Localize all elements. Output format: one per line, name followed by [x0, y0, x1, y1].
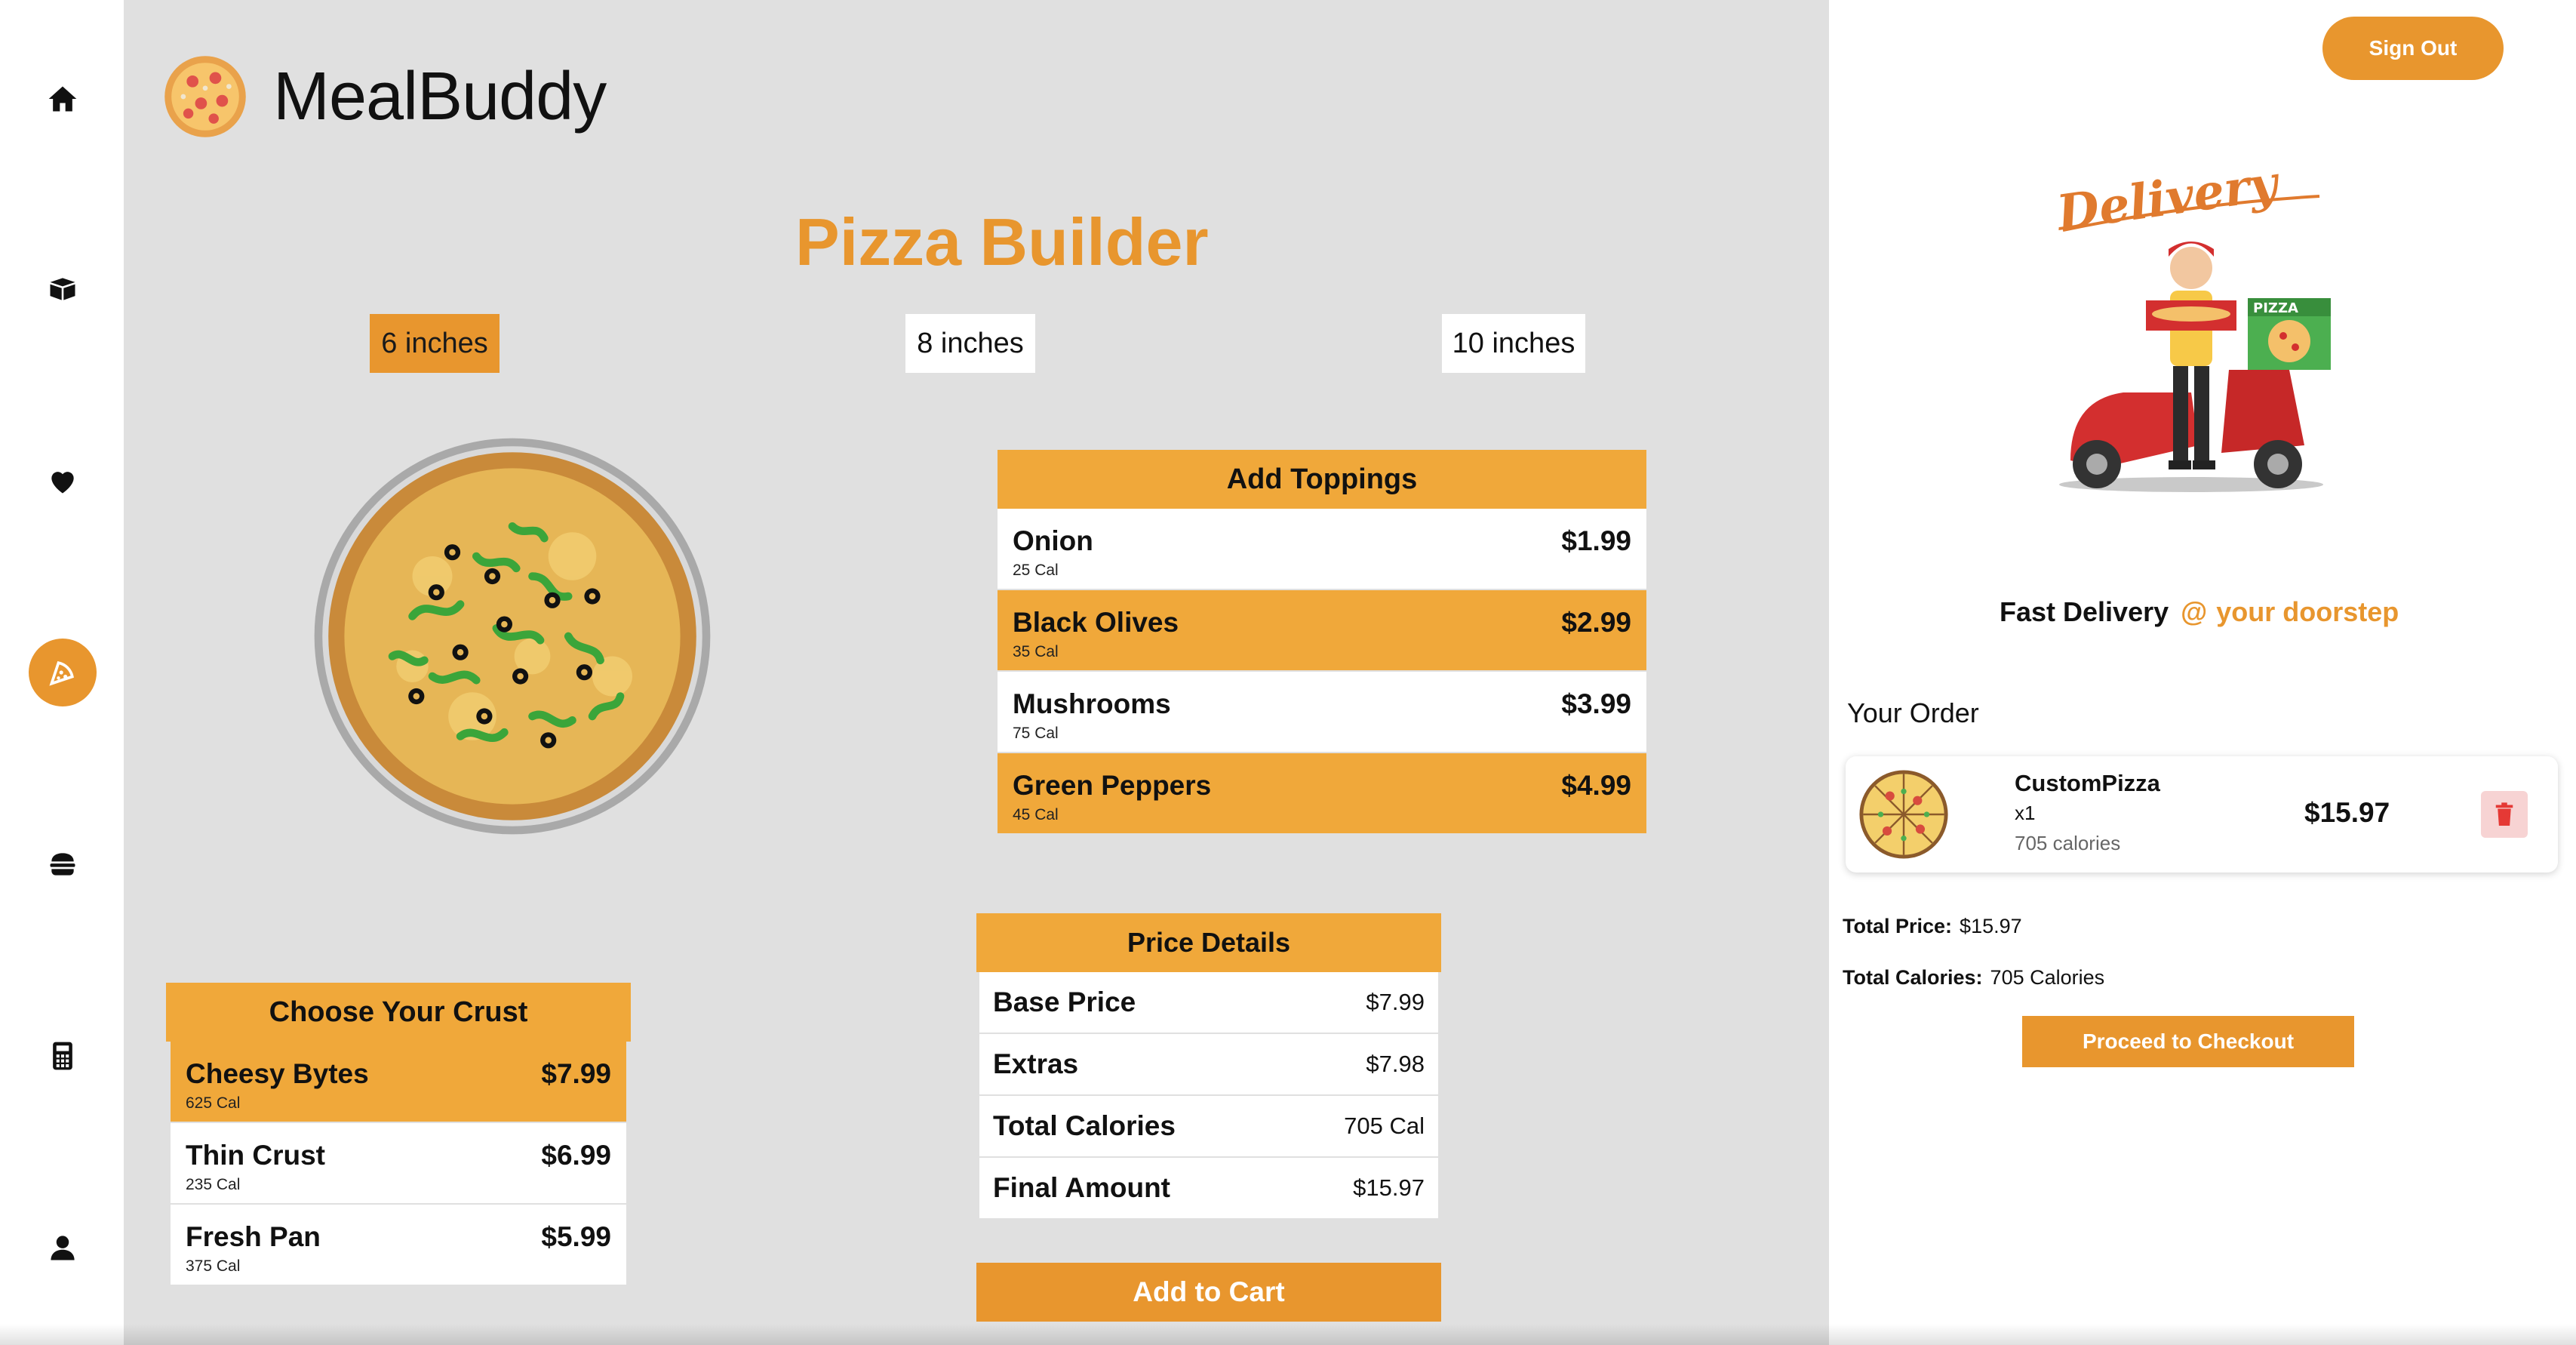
- topping-mushrooms[interactable]: Mushrooms 75 Cal $3.99: [998, 672, 1646, 753]
- nav-pizza-builder[interactable]: [29, 639, 97, 706]
- price-label: Total Calories: [993, 1110, 1176, 1141]
- crust-price: $5.99: [541, 1221, 611, 1252]
- crust-cal: 375 Cal: [186, 1257, 241, 1275]
- topping-green-peppers[interactable]: Green Peppers 45 Cal $4.99: [998, 753, 1646, 835]
- total-calories-value: 705 Calories: [1990, 966, 2105, 989]
- price-label: Extras: [993, 1048, 1079, 1079]
- topping-onion[interactable]: Onion 25 Cal $1.99: [998, 509, 1646, 590]
- nav-calculator[interactable]: [29, 1022, 97, 1090]
- topping-cal: 75 Cal: [1013, 725, 1059, 742]
- price-label: Final Amount: [993, 1172, 1170, 1203]
- toppings-panel: Add Toppings Onion 25 Cal $1.99 Black Ol…: [998, 450, 1646, 835]
- topping-black-olives[interactable]: Black Olives 35 Cal $2.99: [998, 590, 1646, 672]
- topping-cal: 25 Cal: [1013, 562, 1059, 579]
- size-10-button[interactable]: 10 inches: [1442, 314, 1585, 373]
- app-root: MealBuddy Pizza Builder 6 inches 8 inche…: [0, 0, 2576, 1345]
- toppings-header: Add Toppings: [998, 450, 1646, 509]
- order-sidebar: Sign Out Delivery PIZZA Fast Delivery @ …: [1829, 0, 2576, 1345]
- price-row-base: Base Price $7.99: [979, 972, 1438, 1034]
- pizza-box-lettering: PIZZA: [2253, 300, 2298, 316]
- order-item-price: $15.97: [2304, 797, 2390, 828]
- crust-cal: 625 Cal: [186, 1094, 241, 1112]
- topping-name: Onion: [1013, 525, 1093, 556]
- crust-thin-crust[interactable]: Thin Crust 235 Cal $6.99: [171, 1123, 626, 1205]
- total-calories-label: Total Calories:: [1843, 966, 1983, 989]
- price-value: $7.99: [1366, 989, 1425, 1015]
- tagline-at: @: [2181, 596, 2208, 627]
- crust-panel: Choose Your Crust Cheesy Bytes 625 Cal $…: [166, 983, 631, 1286]
- app-name: MealBuddy: [273, 58, 607, 134]
- delivery-tagline: Fast Delivery @ your doorstep: [2000, 596, 2399, 628]
- main-content: MealBuddy Pizza Builder 6 inches 8 inche…: [124, 0, 1829, 1345]
- price-label: Base Price: [993, 986, 1136, 1017]
- remove-item-button[interactable]: [2481, 791, 2528, 838]
- topping-price: $2.99: [1561, 607, 1631, 638]
- app-logo[interactable]: MealBuddy: [163, 54, 607, 139]
- topping-name: Black Olives: [1013, 607, 1179, 638]
- price-value: 705 Cal: [1344, 1113, 1425, 1139]
- price-value: $7.98: [1366, 1051, 1425, 1077]
- burger-icon: [50, 853, 75, 876]
- add-to-cart-button[interactable]: Add to Cart: [976, 1263, 1441, 1322]
- your-order-title: Your Order: [1847, 697, 1979, 728]
- trash-icon: [2495, 802, 2513, 826]
- price-details-header: Price Details: [976, 913, 1441, 972]
- crust-fresh-pan[interactable]: Fresh Pan 375 Cal $5.99: [171, 1205, 626, 1286]
- pizza-icon: [49, 661, 74, 686]
- crust-name: Fresh Pan: [186, 1221, 321, 1252]
- heart-icon: [51, 472, 74, 494]
- size-8-button[interactable]: 8 inches: [905, 314, 1035, 373]
- sign-out-button[interactable]: Sign Out: [2322, 17, 2504, 80]
- home-icon: [48, 86, 77, 112]
- nav-home[interactable]: [29, 65, 97, 133]
- crust-cal: 235 Cal: [186, 1176, 241, 1193]
- size-6-button[interactable]: 6 inches: [370, 314, 500, 373]
- crust-price: $7.99: [541, 1058, 611, 1089]
- proceed-to-checkout-button[interactable]: Proceed to Checkout: [2022, 1016, 2354, 1067]
- delivery-illustration: Delivery PIZZA: [2052, 155, 2331, 492]
- total-price-line: Total Price: $15.97: [1843, 915, 2022, 938]
- total-price-value: $15.97: [1960, 915, 2022, 937]
- topping-cal: 45 Cal: [1013, 806, 1059, 823]
- pizza-preview: [314, 438, 711, 835]
- order-item-qty: x1: [2015, 802, 2036, 824]
- price-row-extras: Extras $7.98: [979, 1034, 1438, 1096]
- tagline-main: Fast Delivery: [2000, 596, 2169, 627]
- price-row-final: Final Amount $15.97: [979, 1158, 1438, 1220]
- nav-profile[interactable]: [29, 1214, 97, 1282]
- order-item-name: CustomPizza: [2015, 770, 2160, 796]
- crust-name: Thin Crust: [186, 1140, 325, 1171]
- price-details-panel: Price Details Base Price $7.99 Extras $7…: [976, 913, 1441, 1220]
- crust-name: Cheesy Bytes: [186, 1058, 369, 1089]
- topping-name: Green Peppers: [1013, 770, 1212, 801]
- order-item-calories: 705 calories: [2015, 832, 2121, 854]
- user-icon: [51, 1236, 75, 1260]
- calculator-icon: [53, 1042, 72, 1070]
- nav-burgers[interactable]: [29, 830, 97, 898]
- crust-price: $6.99: [541, 1140, 611, 1171]
- total-calories-line: Total Calories: 705 Calories: [1843, 966, 2104, 990]
- order-pizza-thumbnail: [1859, 770, 1948, 859]
- sidebar: [0, 0, 124, 1345]
- topping-price: $3.99: [1561, 688, 1631, 719]
- box-icon: [50, 278, 75, 300]
- tagline-doorstep: your doorstep: [2216, 596, 2399, 627]
- topping-cal: 35 Cal: [1013, 643, 1059, 660]
- crust-header: Choose Your Crust: [166, 983, 631, 1042]
- page-title: Pizza Builder: [795, 205, 1209, 279]
- pizza-logo-icon: [164, 56, 246, 137]
- total-price-label: Total Price:: [1843, 915, 1953, 937]
- order-card: CustomPizza x1 705 calories $15.97: [1846, 756, 2558, 873]
- price-row-calories: Total Calories 705 Cal: [979, 1096, 1438, 1158]
- topping-name: Mushrooms: [1013, 688, 1171, 719]
- price-value: $15.97: [1353, 1174, 1425, 1201]
- crust-cheesy-bytes[interactable]: Cheesy Bytes 625 Cal $7.99: [171, 1042, 626, 1123]
- delivery-lettering: Delivery: [2052, 155, 2284, 242]
- nav-favorites[interactable]: [29, 447, 97, 515]
- nav-orders[interactable]: [29, 255, 97, 323]
- topping-price: $4.99: [1561, 770, 1631, 801]
- topping-price: $1.99: [1561, 525, 1631, 556]
